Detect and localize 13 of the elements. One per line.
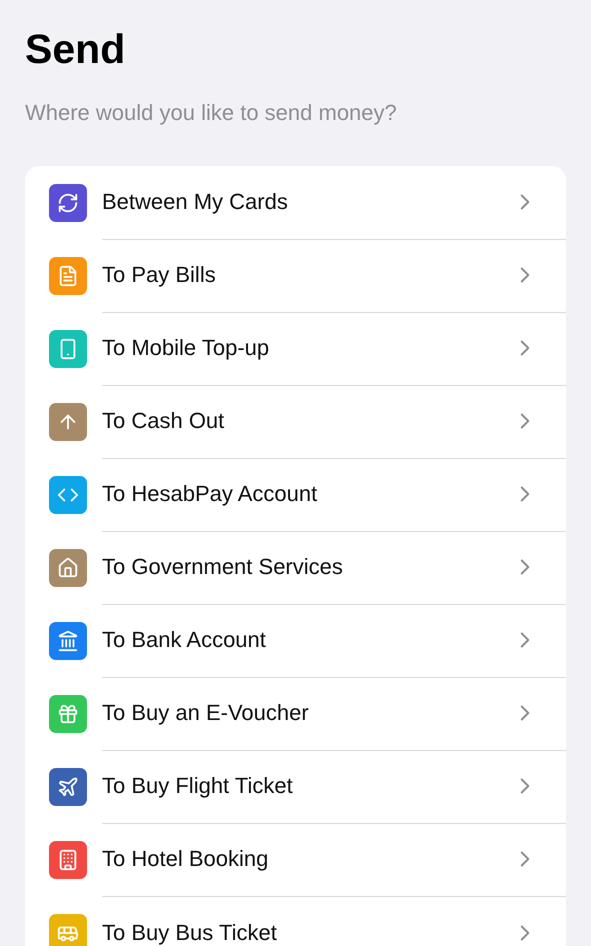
page-title: Send	[25, 26, 126, 72]
option-label[interactable]: To Bank Account	[102, 627, 266, 653]
option-label[interactable]: To Cash Out	[102, 408, 224, 434]
option-label[interactable]: To Government Services	[102, 554, 343, 580]
option-label[interactable]: To Buy an E-Voucher	[102, 700, 309, 726]
page-subtitle: Where would you like to send money?	[25, 100, 398, 126]
option-label[interactable]: To Hotel Booking	[102, 846, 268, 872]
option-label[interactable]: To Mobile Top-up	[102, 335, 270, 361]
option-label[interactable]: To Buy Flight Ticket	[102, 773, 293, 799]
option-label[interactable]: To HesabPay Account	[102, 481, 318, 507]
option-label[interactable]: Between My Cards	[102, 189, 288, 215]
option-label[interactable]: To Pay Bills	[102, 262, 216, 288]
option-label[interactable]: To Buy Bus Ticket	[102, 920, 277, 946]
